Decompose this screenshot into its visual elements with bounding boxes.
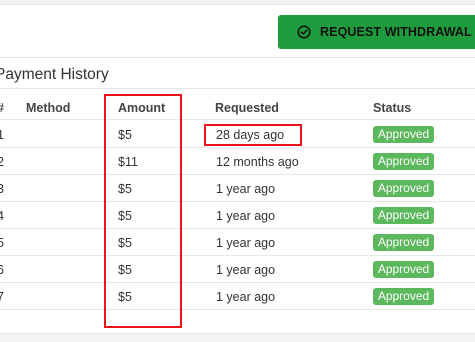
request-withdrawal-button[interactable]: REQUEST WITHDRAWAL (278, 15, 475, 49)
request-withdrawal-label: REQUEST WITHDRAWAL (320, 25, 472, 39)
row-amount: $5 (118, 209, 132, 223)
col-header-index: # (0, 101, 4, 115)
row-requested: 1 year ago (216, 290, 276, 304)
status-badge: Approved (373, 234, 434, 251)
row-divider (0, 174, 475, 175)
header-divider (0, 119, 475, 120)
row-index: 4 (0, 209, 4, 223)
row-divider (0, 201, 475, 202)
status-badge: Approved (373, 153, 434, 170)
row-divider (0, 255, 475, 256)
row-index: 1 (0, 128, 4, 142)
row-divider (0, 147, 475, 148)
row-divider (0, 228, 475, 229)
row-requested: 12 months ago (216, 155, 299, 169)
status-badge: Approved (373, 261, 434, 278)
row-amount: $11 (118, 155, 138, 169)
row-amount: $5 (118, 182, 132, 196)
row-requested: 1 year ago (216, 209, 276, 223)
row-index: 5 (0, 236, 4, 250)
row-index: 6 (0, 263, 4, 277)
row-requested: 1 year ago (216, 263, 276, 277)
row-amount: $5 (118, 236, 132, 250)
row-index: 7 (0, 290, 4, 304)
row-amount: $5 (118, 128, 132, 142)
check-circle-icon (297, 25, 311, 39)
col-header-method: Method (26, 101, 71, 115)
status-badge: Approved (373, 288, 434, 305)
row-requested: 28 days ago (216, 128, 285, 142)
col-header-requested: Requested (215, 101, 279, 115)
title-divider (0, 88, 475, 89)
col-header-status: Status (373, 101, 412, 115)
row-amount: $5 (118, 290, 132, 304)
row-requested: 1 year ago (216, 236, 276, 250)
row-index: 2 (0, 155, 4, 169)
status-badge: Approved (373, 207, 434, 224)
payment-history-title: Payment History (0, 66, 109, 83)
table-bottom-divider (0, 309, 475, 310)
status-badge: Approved (373, 126, 434, 143)
row-index: 3 (0, 182, 4, 196)
col-header-amount: Amount (118, 101, 166, 115)
row-divider (0, 282, 475, 283)
row-requested: 1 year ago (216, 182, 276, 196)
row-amount: $5 (118, 263, 132, 277)
status-badge: Approved (373, 180, 434, 197)
